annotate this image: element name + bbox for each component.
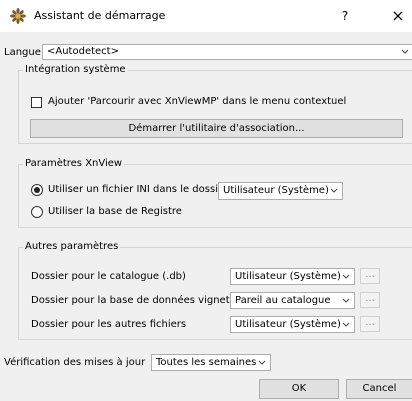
thumbnail-db-folder-label: Dossier pour la base de données vignette… <box>31 295 245 306</box>
update-frequency-value: Toutes les semaines <box>156 357 257 368</box>
ini-file-radio[interactable] <box>31 184 43 196</box>
registry-radio-label: Utiliser la base de Registre <box>48 206 182 217</box>
xnview-app-icon <box>10 8 26 24</box>
other-files-folder-value: Utilisateur (Système) <box>235 319 341 330</box>
chevron-down-icon <box>342 274 350 279</box>
catalog-folder-select[interactable]: Utilisateur (Système) <box>230 268 355 285</box>
xnview-settings-group <box>18 164 412 228</box>
other-files-folder-label: Dossier pour les autres fichiers <box>31 319 187 330</box>
catalog-folder-label: Dossier pour le catalogue (.db) <box>31 271 186 282</box>
chevron-down-icon <box>342 298 350 303</box>
chevron-down-icon <box>342 322 350 327</box>
thumbnail-db-folder-select[interactable]: Pareil au catalogue <box>230 292 355 309</box>
ini-folder-select[interactable]: Utilisateur (Système) <box>218 182 343 200</box>
thumbnail-db-folder-browse-button[interactable]: ... <box>360 292 380 308</box>
chevron-down-icon <box>401 49 409 54</box>
window-title: Assistant de démarrage <box>34 9 166 22</box>
ini-folder-value: Utilisateur (Système) <box>223 185 329 196</box>
close-button[interactable]: × <box>384 4 412 28</box>
language-value: <Autodetect> <box>47 46 119 57</box>
ok-button[interactable]: OK <box>259 379 339 399</box>
registry-radio[interactable] <box>31 206 43 218</box>
title-bar: Assistant de démarrage ? × <box>0 0 412 32</box>
language-label: Langue <box>4 47 41 58</box>
context-menu-checkbox[interactable] <box>31 97 42 108</box>
chevron-down-icon <box>330 188 338 193</box>
context-menu-checkbox-label: Ajouter 'Parcourir avec XnViewMP' dans l… <box>48 96 347 107</box>
xnview-settings-group-title: Paramètres XnView <box>23 158 125 169</box>
other-files-folder-browse-button[interactable]: ... <box>360 316 380 332</box>
ini-file-radio-label: Utiliser un fichier INI dans le dossier <box>48 184 229 195</box>
other-files-folder-select[interactable]: Utilisateur (Système) <box>230 316 355 333</box>
other-settings-group-title: Autres paramètres <box>23 241 121 252</box>
thumbnail-db-folder-value: Pareil au catalogue <box>235 295 331 306</box>
language-select[interactable]: <Autodetect> <box>42 44 412 60</box>
update-frequency-select[interactable]: Toutes les semaines <box>151 354 271 371</box>
update-check-label: Vérification des mises à jour <box>4 357 146 368</box>
chevron-down-icon <box>258 360 266 365</box>
association-utility-button[interactable]: Démarrer l'utilitaire d'association... <box>30 119 403 138</box>
catalog-folder-browse-button[interactable]: ... <box>360 268 380 284</box>
cancel-button[interactable]: Cancel <box>346 379 412 399</box>
integration-group-title: Intégration système <box>23 64 128 75</box>
catalog-folder-value: Utilisateur (Système) <box>235 271 341 282</box>
help-button[interactable]: ? <box>330 6 360 26</box>
